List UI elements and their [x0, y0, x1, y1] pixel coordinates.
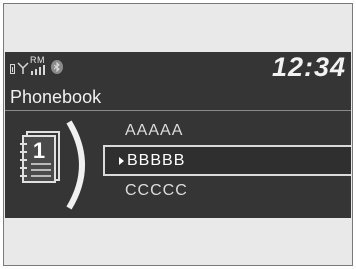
contact-item-aaaaa[interactable]: AAAAA [115, 116, 351, 145]
page-title: Phonebook [10, 87, 102, 107]
title-divider [5, 110, 351, 111]
roaming-label: RM [30, 55, 45, 65]
contact-list: AAAAA BBBBB CCCCC [103, 116, 351, 205]
antenna-icon [17, 62, 29, 74]
signal-icon [31, 65, 45, 75]
page-number: 1 [33, 138, 45, 163]
battery-icon [10, 64, 15, 74]
bluetooth-icon [51, 60, 63, 74]
phonebook-icon: 1 [20, 131, 60, 183]
scroll-arc [66, 120, 85, 210]
clock: 12:34 [271, 52, 346, 82]
phonebook-screen: RM 12:34 Phonebook 1 AAAAA BBBBB CCCCC [5, 52, 351, 218]
contact-item-bbbbb[interactable]: BBBBB [103, 145, 351, 176]
contact-item-ccccc[interactable]: CCCCC [115, 176, 351, 205]
status-bar: RM 12:34 [5, 52, 351, 84]
